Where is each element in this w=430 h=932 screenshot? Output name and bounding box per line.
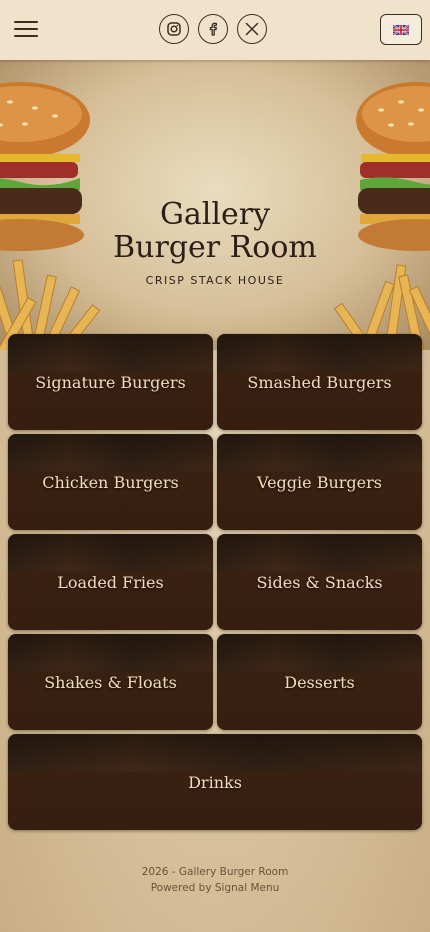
category-tile-desserts[interactable]: Desserts [217, 634, 422, 730]
facebook-icon[interactable] [198, 14, 228, 44]
category-label: Signature Burgers [35, 372, 186, 392]
title-line-2: Burger Room [113, 230, 317, 265]
category-label: Chicken Burgers [42, 472, 179, 492]
x-icon[interactable] [237, 14, 267, 44]
category-tile-drinks[interactable]: Drinks [8, 734, 422, 830]
copyright-text: 2026 - Gallery Burger Room [141, 866, 289, 878]
category-label: Sides & Snacks [256, 572, 383, 592]
category-label: Desserts [284, 672, 355, 692]
category-tile-loaded-fries[interactable]: Loaded Fries [8, 534, 213, 630]
title-line-1: Gallery [159, 197, 271, 232]
social-links [159, 14, 267, 44]
restaurant-tagline: CRISP STACK HOUSE [145, 274, 285, 287]
category-label: Smashed Burgers [247, 372, 392, 392]
category-tile-sides-snacks[interactable]: Sides & Snacks [217, 534, 422, 630]
instagram-icon[interactable] [159, 14, 189, 44]
category-label: Veggie Burgers [257, 472, 382, 492]
category-tile-veggie-burgers[interactable]: Veggie Burgers [217, 434, 422, 530]
powered-by-link[interactable]: Powered by Signal Menu [0, 880, 430, 896]
hero-banner: Gallery Burger Room CRISP STACK HOUSE [0, 60, 430, 350]
hamburger-menu-icon[interactable] [14, 18, 38, 40]
footer: 2026 - Gallery Burger Room Powered by Si… [0, 864, 430, 896]
category-tile-signature-burgers[interactable]: Signature Burgers [8, 334, 213, 430]
category-label: Shakes & Floats [44, 672, 177, 692]
top-bar [0, 0, 430, 60]
language-selector[interactable] [380, 14, 422, 45]
category-label: Drinks [188, 772, 242, 792]
restaurant-title: Gallery Burger Room [0, 198, 430, 264]
category-tile-smashed-burgers[interactable]: Smashed Burgers [217, 334, 422, 430]
uk-flag-icon [393, 24, 409, 35]
category-label: Loaded Fries [57, 572, 164, 592]
category-tile-shakes-floats[interactable]: Shakes & Floats [8, 634, 213, 730]
category-tile-chicken-burgers[interactable]: Chicken Burgers [8, 434, 213, 530]
